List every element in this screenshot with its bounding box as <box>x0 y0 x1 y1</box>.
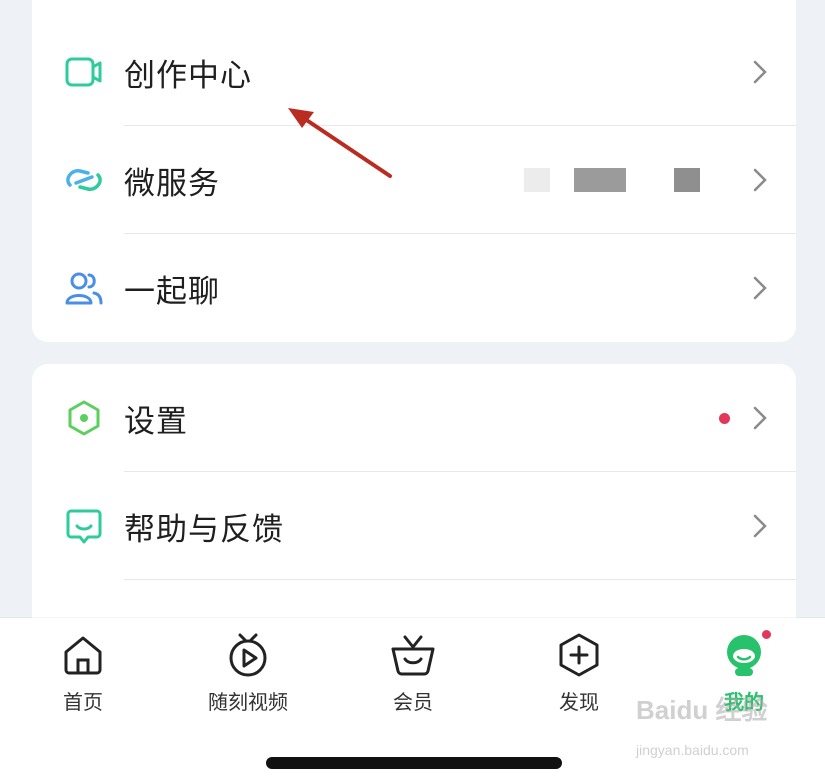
chevron-right-icon <box>753 168 767 192</box>
menu-item-label: 微服务 <box>124 165 220 202</box>
video-camera-icon <box>64 52 104 92</box>
menu-item-label: 创作中心 <box>124 57 252 94</box>
blurred-info <box>524 168 550 192</box>
menu-item-label: 帮助与反馈 <box>124 511 284 548</box>
plus-hexagon-icon <box>556 632 602 678</box>
tab-label: 会员 <box>393 690 433 714</box>
tab-label: 首页 <box>63 690 103 714</box>
tab-label: 发现 <box>559 690 599 714</box>
home-icon <box>60 632 106 678</box>
chevron-right-icon <box>753 276 767 300</box>
blurred-info <box>574 168 626 192</box>
link-icon <box>64 160 104 200</box>
menu-item-settings[interactable]: 设置 <box>32 364 796 472</box>
tab-label: 随刻视频 <box>208 690 288 714</box>
menu-item-label: 设置 <box>124 403 188 440</box>
menu-item-label: 一起聊 <box>124 273 220 310</box>
menu-item-creation-center[interactable]: 创作中心 <box>32 18 796 126</box>
watermark-url: jingyan.baidu.com <box>636 742 749 758</box>
play-circle-icon <box>225 632 271 678</box>
menu-card-1: 创作中心 微服务 一起聊 <box>32 0 796 342</box>
feedback-icon <box>64 506 104 546</box>
users-icon <box>64 268 104 308</box>
hexagon-settings-icon <box>64 398 104 438</box>
profile-avatar-icon <box>721 628 773 678</box>
chevron-right-icon <box>753 514 767 538</box>
chevron-right-icon <box>753 406 767 430</box>
watermark-brand: Baidu 经验 <box>636 695 768 725</box>
notification-dot <box>719 412 730 424</box>
menu-item-help-feedback[interactable]: 帮助与反馈 <box>32 472 796 580</box>
notification-dot <box>760 628 773 641</box>
tab-home[interactable]: 首页 <box>13 632 153 715</box>
menu-item-chat-together[interactable]: 一起聊 <box>32 234 796 342</box>
chevron-right-icon <box>753 60 767 84</box>
home-indicator[interactable] <box>266 757 562 769</box>
menu-item-micro-service[interactable]: 微服务 <box>32 126 796 234</box>
tab-suike-video[interactable]: 随刻视频 <box>178 632 318 715</box>
blurred-info <box>674 168 700 192</box>
vip-basket-icon <box>390 632 436 678</box>
tab-vip[interactable]: 会员 <box>343 632 483 715</box>
tab-discover[interactable]: 发现 <box>509 632 649 715</box>
